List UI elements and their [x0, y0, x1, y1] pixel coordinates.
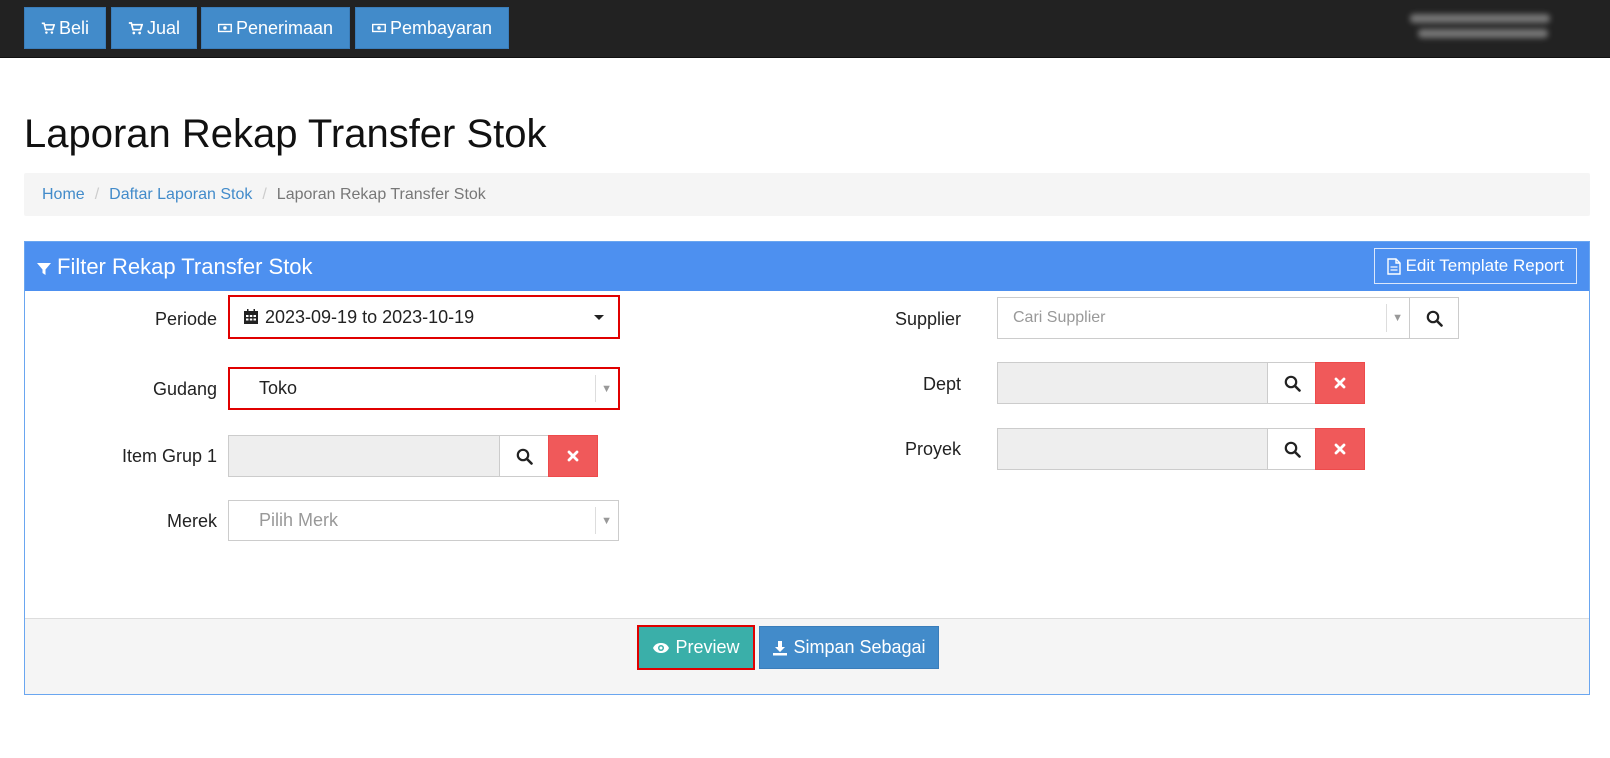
cart-icon [41, 22, 55, 34]
breadcrumb-home-link[interactable]: Home [42, 186, 85, 204]
page-title: Laporan Rekap Transfer Stok [24, 112, 547, 156]
breadcrumb-separator: / [94, 185, 100, 203]
panel-title: Filter Rekap Transfer Stok [57, 253, 313, 279]
nav-beli-button[interactable]: Beli [24, 7, 106, 49]
file-icon [1386, 257, 1401, 275]
caret-down-icon [594, 315, 604, 320]
merek-label: Merek [166, 511, 217, 531]
breadcrumb-separator: / [262, 185, 267, 203]
breadcrumb-parent-link[interactable]: Daftar Laporan Stok [109, 186, 252, 204]
select-divider [595, 375, 596, 402]
dept-clear-button[interactable] [1315, 362, 1365, 404]
top-navbar: Beli Jual Penerimaan Pembayaran [0, 0, 1610, 58]
panel-footer: Preview Simpan Sebagai [25, 618, 1589, 694]
user-info-blurred[interactable] [1410, 8, 1560, 52]
preview-button[interactable]: Preview [637, 625, 755, 670]
periode-daterange-picker[interactable]: 2023-09-19 to 2023-10-19 [228, 295, 620, 339]
close-icon [1334, 443, 1346, 455]
save-as-label: Simpan Sebagai [793, 637, 926, 657]
close-icon [1334, 377, 1346, 389]
nav-penerimaan-label: Penerimaan [235, 17, 333, 38]
money-icon [218, 23, 232, 33]
save-as-button[interactable]: Simpan Sebagai [759, 626, 939, 669]
merek-placeholder: Pilih Merk [259, 510, 339, 530]
gudang-select[interactable]: Toko ▼ [228, 367, 620, 410]
item-grup-clear-button[interactable] [548, 435, 598, 477]
search-icon [1426, 310, 1443, 327]
nav-penerimaan-button[interactable]: Penerimaan [201, 7, 350, 49]
breadcrumb-current: Laporan Rekap Transfer Stok [276, 185, 486, 203]
nav-jual-label: Jual [146, 17, 180, 38]
caret-down-icon: ▼ [601, 382, 612, 395]
edit-template-label: Edit Template Report [1405, 256, 1564, 275]
filter-panel: Filter Rekap Transfer Stok Edit Template… [24, 241, 1590, 695]
supplier-label: Supplier [894, 309, 961, 329]
dept-label: Dept [922, 374, 961, 394]
supplier-search-button[interactable] [1409, 297, 1459, 339]
close-icon [567, 450, 579, 462]
nav-jual-button[interactable]: Jual [111, 7, 197, 49]
caret-down-icon: ▼ [1392, 312, 1403, 324]
merek-select[interactable]: Pilih Merk ▼ [228, 500, 619, 541]
nav-beli-label: Beli [58, 17, 89, 38]
item-grup-label: Item Grup 1 [121, 446, 217, 466]
preview-label: Preview [675, 637, 740, 657]
dept-input[interactable] [997, 362, 1268, 404]
proyek-search-button[interactable] [1267, 428, 1317, 470]
search-icon [1284, 375, 1301, 392]
cart-icon [128, 22, 143, 35]
search-icon [516, 448, 533, 465]
periode-value: 2023-09-19 to 2023-10-19 [265, 306, 475, 327]
edit-template-button[interactable]: Edit Template Report [1373, 248, 1577, 284]
item-grup-search-button[interactable] [499, 435, 549, 477]
gudang-label: Gudang [152, 379, 217, 399]
search-icon [1284, 441, 1301, 458]
dept-search-button[interactable] [1267, 362, 1317, 404]
breadcrumb: Home / Daftar Laporan Stok / Laporan Rek… [24, 173, 1590, 216]
periode-label: Periode [154, 309, 217, 329]
select-divider [595, 507, 596, 534]
supplier-select[interactable]: Cari Supplier ▼ [997, 297, 1410, 339]
proyek-input[interactable] [997, 428, 1268, 470]
gudang-value: Toko [259, 378, 298, 398]
proyek-clear-button[interactable] [1315, 428, 1365, 470]
proyek-label: Proyek [904, 439, 961, 459]
money-icon [372, 23, 386, 33]
nav-pembayaran-label: Pembayaran [389, 17, 492, 38]
select-divider [1386, 304, 1387, 332]
caret-down-icon: ▼ [601, 514, 612, 527]
item-grup-input[interactable] [228, 435, 500, 477]
supplier-placeholder: Cari Supplier [1013, 309, 1106, 326]
nav-pembayaran-button[interactable]: Pembayaran [355, 7, 509, 49]
calendar-icon [244, 309, 258, 324]
eye-icon [653, 642, 670, 653]
filter-icon [37, 262, 51, 275]
panel-heading: Filter Rekap Transfer Stok Edit Template… [25, 242, 1589, 291]
download-icon [773, 640, 788, 655]
